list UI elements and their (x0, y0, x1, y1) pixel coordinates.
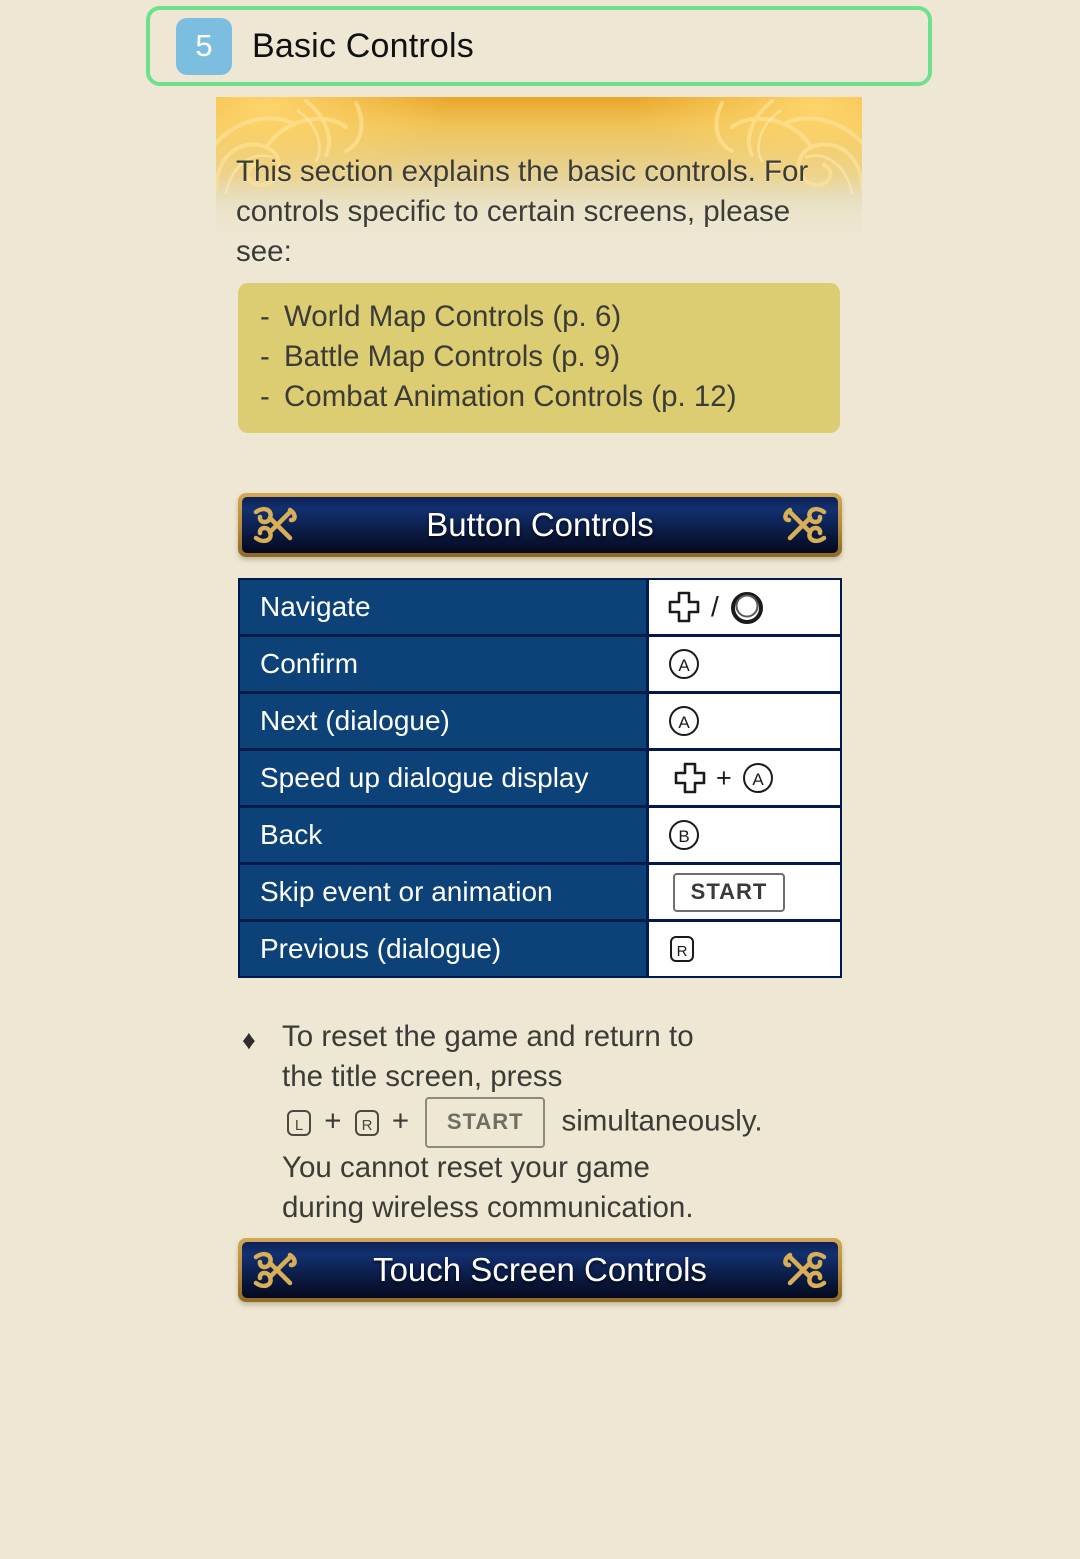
table-row: Back B (240, 808, 840, 865)
reset-note-body: To reset the game and return to the titl… (282, 1017, 855, 1228)
list-item-label: Combat Animation Controls (p. 12) (284, 380, 737, 413)
button-cell: START (646, 865, 840, 919)
list-item: - Combat Animation Controls (p. 12) (260, 377, 818, 417)
action-label: Skip event or animation (240, 865, 646, 919)
plus-separator: + (716, 762, 732, 793)
list-item: - Battle Map Controls (p. 9) (260, 337, 818, 377)
touch-screen-controls-banner: Touch Screen Controls (238, 1238, 842, 1302)
svg-text:A: A (678, 656, 690, 675)
action-label: Speed up dialogue display (240, 751, 646, 805)
b-button-icon: B (667, 818, 701, 852)
button-controls-table: Navigate / Confirm A Next (dialogue) A S… (238, 578, 842, 978)
svg-text:L: L (295, 1117, 303, 1134)
action-label: Navigate (240, 580, 646, 634)
reset-note-line-4: You cannot reset your game (282, 1151, 650, 1184)
a-button-icon: A (667, 704, 701, 738)
start-button-icon: START (673, 872, 785, 912)
ornament-icon (783, 506, 827, 544)
reset-note-line-1: To reset the game and return to (282, 1020, 694, 1053)
dpad-icon (673, 761, 707, 795)
table-row: Next (dialogue) A (240, 694, 840, 751)
plus-separator: + (391, 1104, 410, 1138)
action-label: Back (240, 808, 646, 862)
ornament-icon (253, 1251, 297, 1289)
table-row: Previous (dialogue) R (240, 922, 840, 976)
dpad-icon (667, 590, 701, 624)
button-cell: A (646, 694, 840, 748)
chapter-number-badge: 5 (176, 17, 232, 75)
svg-text:R: R (677, 943, 688, 960)
start-button-icon: START (425, 1097, 546, 1148)
page-header: 5 Basic Controls (146, 6, 932, 86)
list-dash: - (260, 340, 270, 373)
r-button-icon: R (352, 1107, 382, 1139)
a-button-icon: A (741, 761, 775, 795)
diamond-bullet-icon: ♦ (242, 1025, 256, 1055)
button-cell: / (646, 580, 840, 634)
action-label: Next (dialogue) (240, 694, 646, 748)
a-button-icon: A (667, 647, 701, 681)
reset-note-after-keys: simultaneously. (561, 1104, 763, 1138)
list-item-label: World Map Controls (p. 6) (284, 300, 622, 333)
svg-text:R: R (361, 1117, 372, 1134)
plus-separator: + (324, 1104, 342, 1138)
table-row: Navigate / (240, 580, 840, 637)
reset-note-line-5: during wireless communication. (282, 1191, 694, 1224)
table-row: Speed up dialogue display + A (240, 751, 840, 808)
reset-note-line-2: the title screen, press (282, 1060, 563, 1093)
button-controls-banner: Button Controls (238, 493, 842, 557)
l-button-icon: L (284, 1107, 314, 1139)
table-row: Confirm A (240, 637, 840, 694)
section-title: Touch Screen Controls (373, 1251, 707, 1288)
table-row: Skip event or animation START (240, 865, 840, 922)
button-cell: A (646, 637, 840, 691)
button-cell: R (646, 922, 840, 976)
action-label: Previous (dialogue) (240, 922, 646, 976)
see-also-box: - World Map Controls (p. 6) - Battle Map… (238, 283, 840, 433)
page-title: Basic Controls (252, 26, 474, 65)
list-dash: - (260, 380, 270, 413)
svg-text:B: B (678, 827, 689, 846)
button-cell: B (646, 808, 840, 862)
section-title: Button Controls (426, 506, 654, 543)
intro-paragraph: This section explains the basic controls… (236, 155, 809, 268)
ornament-icon (253, 506, 297, 544)
slash-separator: / (711, 591, 719, 622)
list-item: - World Map Controls (p. 6) (260, 297, 818, 337)
ornament-icon (783, 1251, 827, 1289)
r-button-icon: R (667, 933, 697, 965)
button-cell: + A (646, 751, 840, 805)
reset-note: ♦ To reset the game and return to the ti… (240, 1017, 855, 1228)
circle-pad-icon (729, 589, 765, 625)
svg-text:A: A (678, 713, 690, 732)
action-label: Confirm (240, 637, 646, 691)
list-item-label: Battle Map Controls (p. 9) (284, 340, 621, 373)
list-dash: - (260, 300, 270, 333)
svg-text:A: A (752, 770, 764, 789)
